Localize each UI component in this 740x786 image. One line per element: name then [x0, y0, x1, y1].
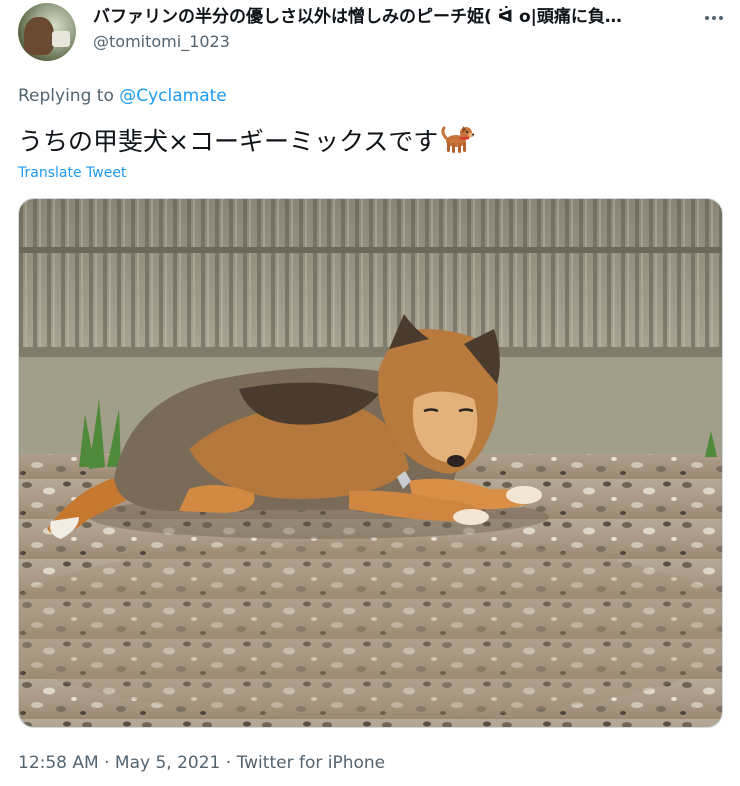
display-name[interactable]: バファリンの半分の優しさ以外は憎しみのピーチ姫( ᐛ o|頭痛に負…: [93, 6, 678, 28]
tweet-time-link[interactable]: 12:58 AM: [18, 753, 99, 773]
more-dot: [705, 16, 709, 20]
username[interactable]: @tomitomi_1023: [93, 32, 230, 52]
more-dot: [712, 16, 716, 20]
dog-photo: [19, 199, 722, 727]
meta-separator: ·: [220, 753, 237, 773]
meta-separator: ·: [98, 753, 115, 773]
avatar-dog-shape: [24, 17, 54, 55]
tweet-text: うちの甲斐犬×コーギーミックスです: [18, 122, 475, 164]
tweet-meta: 12:58 AM · May 5, 2021 · Twitter for iPh…: [18, 752, 385, 774]
replying-to: Replying to @Cyclamate: [18, 86, 227, 106]
dog-emoji-icon: [440, 122, 475, 164]
more-icon[interactable]: [702, 8, 726, 28]
reply-mention-link[interactable]: @Cyclamate: [119, 86, 227, 106]
tweet-date-link[interactable]: May 5, 2021: [115, 753, 220, 773]
translate-tweet-link[interactable]: Translate Tweet: [18, 165, 126, 181]
avatar[interactable]: [18, 3, 76, 61]
tweet-media-photo[interactable]: [18, 198, 723, 728]
tweet-body: うちの甲斐犬×コーギーミックスです: [18, 127, 439, 156]
more-dot: [719, 16, 723, 20]
replying-prefix: Replying to: [18, 86, 120, 106]
avatar-cup-shape: [52, 31, 70, 47]
tweet-source: Twitter for iPhone: [236, 753, 386, 773]
